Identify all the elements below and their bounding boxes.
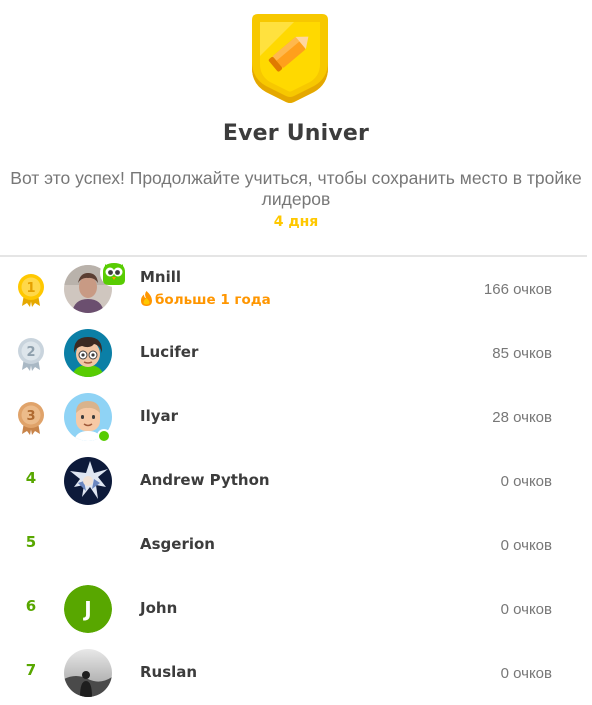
- league-title: Ever Univer: [222, 121, 370, 146]
- silver-medal-icon: 2: [18, 338, 44, 371]
- leaderboard-row[interactable]: 6 J John 0 очков: [0, 577, 592, 641]
- xp-value: 85 очков: [492, 345, 552, 362]
- flame-icon: [141, 291, 152, 306]
- avatar[interactable]: [64, 649, 112, 697]
- xp-value: 28 очков: [492, 409, 552, 426]
- bronze-medal-icon: 3: [18, 402, 44, 435]
- svg-text:3: 3: [26, 409, 35, 424]
- xp-value: 0 очков: [500, 473, 552, 490]
- xp-value: 0 очков: [500, 601, 552, 618]
- avatar[interactable]: [64, 329, 112, 377]
- rank-number: 4: [25, 469, 37, 487]
- rank-number: 6: [25, 597, 37, 615]
- avatar[interactable]: J: [64, 585, 112, 633]
- user-name[interactable]: Ruslan: [140, 663, 197, 681]
- leaderboard-row[interactable]: 7 Ruslan 0 очков: [0, 641, 592, 705]
- user-name[interactable]: Asgerion: [140, 535, 215, 553]
- avatar-initial: J: [64, 585, 112, 633]
- leaderboard-row[interactable]: 3 Ilyar 28 очков: [0, 385, 592, 449]
- avatar[interactable]: [64, 457, 112, 505]
- leaderboard-row[interactable]: 2 Lucifer 85 очков: [0, 321, 592, 385]
- league-badge-icon: [252, 14, 328, 103]
- gold-medal-icon: 1: [18, 274, 44, 307]
- xp-value: 0 очков: [500, 537, 552, 554]
- xp-value: 0 очков: [500, 665, 552, 682]
- league-header: Ever Univer Вот это успех! Продолжайте у…: [0, 0, 592, 256]
- svg-text:2: 2: [26, 345, 35, 360]
- rank-number: 7: [25, 661, 37, 679]
- duo-owl-icon: [100, 259, 128, 287]
- streak-label: больше 1 года: [140, 291, 271, 308]
- promotion-message: Вот это успех! Продолжайте учиться, чтоб…: [10, 168, 582, 209]
- svg-text:1: 1: [26, 281, 35, 296]
- user-name[interactable]: Lucifer: [140, 343, 198, 361]
- online-status-indicator: [97, 429, 111, 443]
- user-name[interactable]: Mnill: [140, 268, 181, 286]
- xp-value: 166 очков: [483, 281, 552, 298]
- user-name[interactable]: John: [140, 599, 177, 617]
- leaderboard-row[interactable]: 5 Asgerion 0 очков: [0, 513, 592, 577]
- rank-number: 5: [25, 533, 37, 551]
- streak-text: больше 1 года: [155, 292, 271, 308]
- leaderboard-row[interactable]: 4 Andrew Python 0 очков: [0, 449, 592, 513]
- user-name[interactable]: Ilyar: [140, 407, 178, 425]
- user-name[interactable]: Andrew Python: [140, 471, 270, 489]
- days-remaining: 4 дня: [273, 214, 319, 230]
- leaderboard-row[interactable]: 1 Mnill больше 1 года 166 очков: [0, 257, 592, 321]
